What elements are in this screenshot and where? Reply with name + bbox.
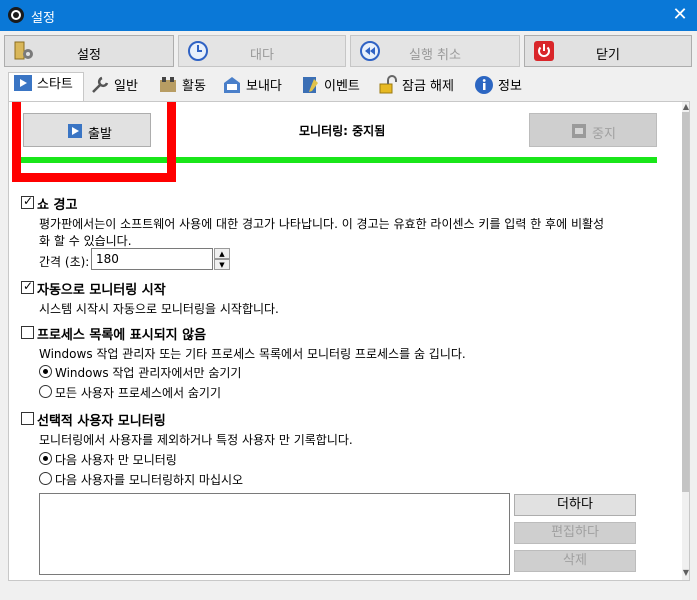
tab-label: 활동 [182,79,206,94]
content-panel: 출발 모니터링: 중지됨 중지 쇼 경고 평가판에서는이 소프트웨어 사용에 대… [8,101,690,581]
highlight-box [12,102,176,182]
hide-process-checkbox[interactable] [21,326,34,339]
title-bar: 설정 ✕ [0,0,697,31]
add-user-button[interactable]: 더하다 [514,494,636,516]
autostart-checkbox[interactable] [21,279,34,294]
hide-process-title: 프로세스 목록에 표시되지 않음 [37,328,207,343]
tab-activity[interactable]: 활동 [154,75,216,101]
undo-button[interactable]: 실행 취소 [350,35,520,67]
exclude-users-label: 다음 사용자를 모니터링하지 마십시오 [55,473,244,487]
interval-down-arrow[interactable]: ▼ [214,259,230,270]
interval-input[interactable] [91,248,213,270]
selective-user-checkbox[interactable] [21,412,34,425]
wait-button[interactable]: 대다 [178,35,346,67]
tab-unlock[interactable]: 잠금 해제 [374,75,466,101]
tab-label: 스타트 [37,77,73,92]
toolbar: 설정 대다 실행 취소 닫기 [0,31,697,71]
scroll-down-arrow[interactable]: ▼ [682,568,689,577]
warning-description-line2: 화 할 수 있습니다. [39,234,132,248]
stop-label: 중지 [592,127,616,142]
activity-icon [160,77,176,92]
scroll-up-arrow[interactable]: ▲ [682,102,689,111]
close-icon[interactable]: ✕ [668,3,692,27]
monitor-only-users-radio[interactable] [39,452,52,465]
tab-send[interactable]: 보내다 [218,75,292,101]
info-icon [475,76,493,94]
tab-label: 이벤트 [324,79,360,94]
selective-user-title: 선택적 사용자 모니터링 [37,414,166,429]
hide-taskmgr-label: Windows 작업 관리자에서만 숨기기 [55,366,242,380]
mailbox-icon [224,77,240,93]
close-label: 닫기 [596,48,620,63]
settings-button[interactable]: 설정 [4,35,174,67]
hide-process-description: Windows 작업 관리자 또는 기타 프로세스 목록에서 모니터링 프로세스… [39,347,466,361]
window-title: 설정 [31,11,55,26]
show-warning-title: 쇼 경고 [37,198,78,213]
hide-taskmgr-radio[interactable] [39,365,52,378]
tab-general[interactable]: 일반 [86,75,152,101]
wrench-icon [92,76,109,93]
monitoring-status: 모니터링: 중지됨 [299,124,386,138]
stop-icon [572,124,586,138]
settings-label: 설정 [77,48,101,63]
tab-event[interactable]: 이벤트 [296,75,370,101]
exclude-users-radio[interactable] [39,472,52,485]
interval-label: 간격 (초): [39,255,90,269]
play-icon [14,75,32,91]
undo-label: 실행 취소 [409,48,461,63]
warning-description-line1: 평가판에서는이 소프트웨어 사용에 대한 경고가 나타납니다. 이 경고는 유효… [39,217,605,231]
tab-info[interactable]: 정보 [470,75,530,101]
wait-label: 대다 [250,48,274,63]
tab-start[interactable]: 스타트 [8,72,84,102]
tab-label: 일반 [114,79,138,94]
hide-all-processes-radio[interactable] [39,385,52,398]
tab-label: 보내다 [246,79,282,94]
delete-user-button[interactable]: 삭제 [514,550,636,572]
tab-label: 잠금 해제 [402,79,454,94]
autostart-description: 시스템 시작시 자동으로 모니터링을 시작합니다. [39,302,279,316]
show-warning-checkbox[interactable] [21,194,34,209]
tab-bar: 스타트 일반 활동 보내다 이벤트 잠금 해제 정보 [0,72,697,102]
user-list[interactable] [39,493,510,575]
edit-user-button[interactable]: 편집하다 [514,522,636,544]
event-icon [303,77,318,93]
vertical-scrollbar[interactable]: ▲ ▼ [682,102,689,580]
tab-label: 정보 [498,79,522,94]
scroll-thumb[interactable] [682,112,689,492]
hide-all-processes-label: 모든 사용자 프로세스에서 숨기기 [55,386,222,400]
close-button[interactable]: 닫기 [524,35,692,67]
bottom-bar [8,581,690,600]
stop-button[interactable]: 중지 [529,113,657,147]
monitor-only-users-label: 다음 사용자 만 모니터링 [55,453,177,467]
autostart-title: 자동으로 모니터링 시작 [37,283,166,298]
selective-user-description: 모니터링에서 사용자를 제외하거나 특정 사용자 만 기록합니다. [39,433,353,447]
app-icon [8,7,24,23]
unlock-icon [379,75,397,94]
interval-up-arrow[interactable]: ▲ [214,248,230,259]
